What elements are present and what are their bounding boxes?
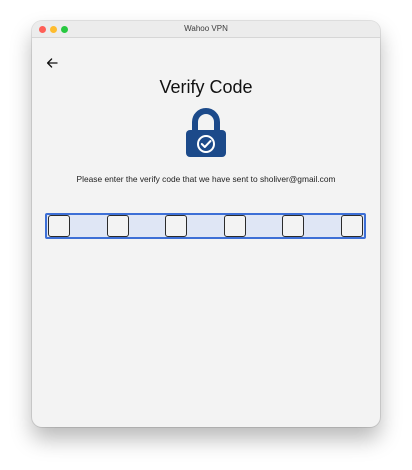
back-button[interactable] bbox=[45, 56, 59, 70]
code-digit-3[interactable] bbox=[165, 215, 188, 237]
code-digit-6[interactable] bbox=[340, 215, 363, 237]
window-title: Wahoo VPN bbox=[184, 24, 228, 33]
title-bar: Wahoo VPN bbox=[32, 21, 380, 38]
code-digit-2[interactable] bbox=[106, 215, 129, 237]
code-digit-1[interactable] bbox=[48, 215, 70, 237]
page-title: Verify Code bbox=[159, 77, 253, 97]
app-window: Wahoo VPN Verify Code Please enter the v… bbox=[32, 21, 380, 427]
instruction-text: Please enter the verify code that we hav… bbox=[76, 174, 336, 184]
code-digit-5[interactable] bbox=[282, 215, 305, 237]
lock-check-icon bbox=[186, 108, 226, 157]
code-digit-4[interactable] bbox=[223, 215, 246, 237]
verification-code-input[interactable] bbox=[45, 213, 366, 239]
arrow-left-icon bbox=[46, 58, 58, 68]
